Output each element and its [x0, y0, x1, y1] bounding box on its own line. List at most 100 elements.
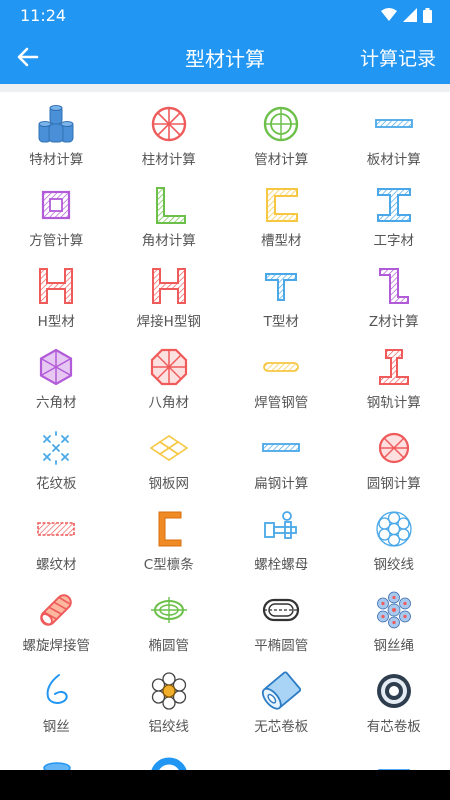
grid-item-octagon-bar[interactable]: 八角材 [113, 347, 226, 428]
channel-steel-icon [261, 185, 301, 225]
grid-item-flat-bar[interactable]: 扁钢计算 [225, 428, 338, 509]
signal-icon [403, 8, 417, 22]
grid-item-pipe[interactable]: 管材计算 [225, 104, 338, 185]
grid-item-channel-steel[interactable]: 槽型材 [225, 185, 338, 266]
grid-item-label: 钢丝绳 [373, 638, 415, 654]
grid-item-rebar[interactable]: 螺纹材 [0, 509, 113, 590]
rebar-icon [36, 509, 76, 549]
octagon-bar-icon [149, 347, 189, 387]
welded-h-beam-icon [149, 266, 189, 306]
grid-item-welded-h-beam[interactable]: 焊接H型钢 [113, 266, 226, 347]
grid-item-label: 花纹板 [36, 476, 77, 492]
rail-icon [374, 347, 414, 387]
calc-records-button[interactable]: 计算记录 [360, 30, 436, 84]
grid-item-label: 焊接H型钢 [136, 314, 201, 330]
status-icons [381, 7, 432, 23]
grid-item-z-bar[interactable]: Z材计算 [338, 266, 450, 347]
grid-item-bolt-nut[interactable]: 螺栓螺母 [225, 509, 338, 590]
grid-item-label: 圆钢计算 [366, 476, 421, 492]
grid-item-mesh[interactable] [338, 752, 450, 770]
flat-bar-icon [261, 428, 301, 468]
grid-item-plate[interactable]: 板材计算 [338, 104, 450, 185]
grid-item-label: 铝绞线 [148, 719, 190, 735]
grid-item-label: 螺纹材 [36, 557, 77, 573]
grid-item-label: 管材计算 [254, 152, 309, 168]
header-divider [0, 84, 450, 92]
grid-item-wire-rope[interactable]: 钢丝绳 [338, 590, 450, 671]
hexagon-bar-icon [36, 347, 76, 387]
grid-item-label: 无芯卷板 [254, 719, 309, 735]
grid-item-label: 六角材 [36, 395, 77, 411]
grid-item-expanded-metal[interactable]: 钢板网 [113, 428, 226, 509]
grid-item-angle-steel[interactable]: 角材计算 [113, 185, 226, 266]
grid-item-label: 角材计算 [141, 233, 196, 249]
grid-item-hexagon-bar[interactable]: 六角材 [0, 347, 113, 428]
grid-item-wire[interactable]: 钢丝 [0, 671, 113, 752]
grid-item-t-bar[interactable]: T型材 [225, 266, 338, 347]
grid-item-ring[interactable] [113, 752, 226, 770]
grid-item-label: 钢丝 [42, 719, 70, 735]
grid-item-label: 螺旋焊接管 [22, 638, 91, 654]
h-beam-icon [36, 266, 76, 306]
grid-item-label: 扁钢计算 [254, 476, 309, 492]
grid-item-cored-coil[interactable]: 有芯卷板 [338, 671, 450, 752]
grid-item-label: 柱材计算 [141, 152, 196, 168]
round-steel-icon [374, 428, 414, 468]
grid-item-flat-oval-tube[interactable]: 平椭圆管 [225, 590, 338, 671]
material-grid: 特材计算 柱材计算 管材计算 板材计算 方管计算 角材计算 槽型材 工字材 H型… [0, 92, 450, 770]
grid-item-square-tube[interactable]: 方管计算 [0, 185, 113, 266]
grid-item-i-beam[interactable]: 工字材 [338, 185, 450, 266]
grid-item-grating[interactable] [225, 752, 338, 770]
grid-item-label: 八角材 [148, 395, 190, 411]
square-tube-icon [36, 185, 76, 225]
round-bar-icon [149, 104, 189, 144]
oval-tube-icon [149, 590, 189, 630]
coreless-coil-icon [261, 671, 302, 711]
grid-item-label: 椭圆管 [148, 638, 190, 654]
grid-item-label: 方管计算 [29, 233, 84, 249]
grid-item-cylinder[interactable] [0, 752, 113, 770]
wire-icon [36, 671, 76, 711]
grid-item-label: C型檩条 [143, 557, 194, 573]
grid-item-label: 特材计算 [29, 152, 84, 168]
plate-icon [374, 104, 414, 144]
i-beam-icon [374, 185, 414, 225]
pipe-icon [261, 104, 301, 144]
grid-item-oval-tube[interactable]: 椭圆管 [113, 590, 226, 671]
grid-item-label: 平椭圆管 [254, 638, 309, 654]
grid-item-h-beam[interactable]: H型材 [0, 266, 113, 347]
mesh-icon [374, 752, 414, 770]
grid-item-round-steel[interactable]: 圆钢计算 [338, 428, 450, 509]
flat-oval-tube-icon [261, 590, 301, 630]
app-bar: 型材计算 计算记录 [0, 30, 450, 84]
grid-item-label: 螺栓螺母 [254, 557, 309, 573]
checkered-plate-icon [36, 428, 76, 468]
wifi-icon [381, 8, 397, 21]
cored-coil-icon [374, 671, 414, 711]
strand-icon [374, 509, 414, 549]
grid-item-spiral-pipe[interactable]: 螺旋焊接管 [0, 590, 113, 671]
spiral-pipe-icon [36, 590, 76, 630]
grid-item-label: H型材 [37, 314, 75, 330]
grid-item-c-purlin[interactable]: C型檩条 [113, 509, 226, 590]
grid-item-strand[interactable]: 钢绞线 [338, 509, 450, 590]
grid-item-special-material[interactable]: 特材计算 [0, 104, 113, 185]
grid-item-label: 有芯卷板 [366, 719, 421, 735]
t-bar-icon [261, 266, 301, 306]
grid-item-label: 钢绞线 [373, 557, 415, 573]
grid-item-label: 钢板网 [148, 476, 190, 492]
grid-item-label: 钢轨计算 [366, 395, 421, 411]
grid-item-rail[interactable]: 钢轨计算 [338, 347, 450, 428]
navigation-bar [0, 770, 450, 800]
grid-item-aluminum-strand[interactable]: 铝绞线 [113, 671, 226, 752]
grid-item-welded-pipe[interactable]: 焊管钢管 [225, 347, 338, 428]
wire-rope-icon [374, 590, 414, 630]
status-time: 11:24 [20, 5, 67, 25]
grid-item-checkered-plate[interactable]: 花纹板 [0, 428, 113, 509]
ring-icon [149, 752, 189, 770]
grating-icon [261, 752, 301, 770]
grid-item-coreless-coil[interactable]: 无芯卷板 [225, 671, 338, 752]
back-button[interactable] [0, 30, 56, 84]
bolt-nut-icon [261, 509, 301, 549]
grid-item-round-bar[interactable]: 柱材计算 [113, 104, 226, 185]
